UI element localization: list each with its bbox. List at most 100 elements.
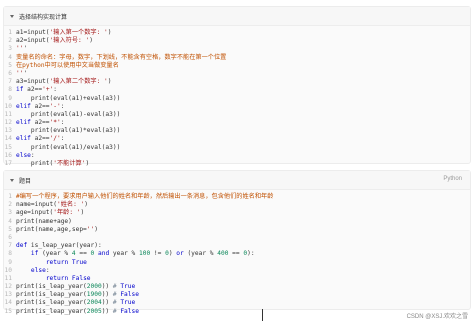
line-number: 6: [8, 233, 12, 241]
code-line: 8 if a2=='+':: [4, 86, 470, 94]
code-line: 6: [4, 234, 470, 242]
code-text: if (year % 4 == 0 and year % 100 != 0) o…: [30, 250, 255, 258]
code-panel-1: 选择结构实现计算 1 a1=input('输入第一个数字: ') 2 a2=input…: [3, 6, 471, 167]
line-number: 14: [4, 299, 12, 307]
line-number: 2: [8, 201, 12, 209]
code-line: 3 age=input('年龄: '): [4, 209, 470, 217]
line-number: 4: [8, 217, 12, 225]
code-text: age=input('年龄: '): [16, 209, 85, 217]
line-number: 3: [8, 209, 12, 217]
code-text: print(is_leap_year(2000)) # True: [16, 283, 136, 291]
code-text: def is_leap_year(year):: [16, 242, 102, 250]
line-number: 4: [8, 53, 12, 61]
line-number: 13: [4, 127, 12, 135]
code-line: 7 a3=input('输入第二个数字: '): [4, 78, 470, 86]
line-number: 7: [8, 78, 12, 86]
line-number: 12: [4, 119, 12, 127]
line-number: 9: [8, 258, 12, 266]
code-line: 16 else:: [4, 152, 470, 160]
line-number: 9: [8, 94, 12, 102]
code-text: elif a2=='/':: [16, 135, 65, 143]
code-line: 15 print(eval(a1)/eval(a3)): [4, 144, 470, 152]
line-number: 5: [8, 61, 12, 69]
text-cursor: [262, 309, 263, 321]
watermark-text: CSDN @XSJ.欢欢之雪: [406, 314, 468, 320]
code-text: a2=input('输入符号: '): [16, 37, 93, 45]
code-line: 15 print(is_leap_year(2005)) # False: [4, 308, 470, 316]
line-number: 6: [8, 69, 12, 77]
line-number: 15: [4, 307, 12, 315]
code-block: 1 a1=input('输入第一个数字: ') 2 a2=input('输入符号: '…: [4, 26, 470, 168]
line-number: 5: [8, 225, 12, 233]
code-line: 9 return True: [4, 259, 470, 267]
code-line: 7 def is_leap_year(year):: [4, 242, 470, 250]
code-line: 10 elif a2=='-':: [4, 103, 470, 111]
line-number: 12: [4, 283, 12, 291]
line-number: 17: [4, 160, 12, 167]
code-line: 10 else:: [4, 267, 470, 275]
code-line: 3 ''': [4, 45, 470, 53]
line-number: 15: [4, 143, 12, 151]
code-line: 1 #编写一个程序，要求用户输入他们的姓名和年龄，然后输出一条消息，包含他们的姓名…: [4, 193, 470, 201]
watermark: CSDN @XSJ.欢欢之雪: [407, 311, 468, 320]
line-number: 8: [8, 250, 12, 258]
line-number: 3: [8, 45, 12, 53]
code-text: else:: [30, 266, 50, 274]
line-number: 11: [4, 110, 12, 118]
chevron-down-icon[interactable]: [10, 178, 14, 182]
code-text: print(eval(a1)/eval(a3)): [16, 143, 121, 151]
line-number: 2: [8, 37, 12, 45]
code-text: return False: [45, 274, 91, 282]
line-number: 13: [4, 291, 12, 299]
code-text: print(is_leap_year(1900)) # False: [16, 291, 139, 299]
code-text: print(eval(a1)+eval(a3)): [16, 94, 121, 102]
code-line: 11 print(eval(a1)-eval(a3)): [4, 111, 470, 119]
code-line: 4 print(name+age): [4, 218, 470, 226]
code-text: #编写一个程序，要求用户输入他们的姓名和年龄，然后输出一条消息，包含他们的姓名和…: [16, 193, 274, 200]
code-text: 在python中可以使用中文当做变量名: [16, 61, 119, 69]
code-text: name=input('姓名: '): [16, 201, 88, 209]
line-number: 1: [8, 193, 12, 200]
code-text: print(is_leap_year(2005)) # False: [16, 307, 139, 315]
code-text: print(name,age,sep=''): [16, 225, 98, 233]
code-text: ''': [16, 45, 28, 53]
code-line: 11 return False: [4, 275, 470, 283]
code-block: 1 #编写一个程序，要求用户输入他们的姓名和年龄，然后输出一条消息，包含他们的姓名…: [4, 190, 470, 316]
code-line: 5 print(name,age,sep=''): [4, 226, 470, 234]
chevron-down-icon[interactable]: [10, 14, 14, 18]
code-text: 变量名的命名：字母，数字，下划线，不能含有空格，数字不能在第一个位置: [16, 53, 227, 61]
code-line: 8 if (year % 4 == 0 and year % 100 != 0)…: [4, 250, 470, 258]
panel-title: 选择结构实现计算: [19, 14, 68, 21]
panel-header[interactable]: 选择结构实现计算: [4, 7, 470, 26]
code-line: 6 ''': [4, 70, 470, 78]
panel-title: 题目: [19, 178, 32, 185]
code-text: print('不能计算'): [16, 160, 90, 167]
line-number: 10: [4, 266, 12, 274]
code-line: 1 a1=input('输入第一个数字: '): [4, 29, 470, 37]
code-text: a3=input('输入第二个数字: '): [16, 78, 112, 86]
line-number: 8: [8, 86, 12, 94]
code-text: print(eval(a1)*eval(a3)): [16, 127, 121, 135]
line-number: 10: [4, 102, 12, 110]
code-line: 14 elif a2=='/':: [4, 135, 470, 143]
code-text: print(is_leap_year(2004)) # True: [16, 299, 136, 307]
code-line: 2 a2=input('输入符号: '): [4, 37, 470, 45]
code-text: print(name+age): [16, 217, 72, 225]
code-panel-2: 题目 Python 1 #编写一个程序，要求用户输入他们的姓名和年龄，然后输出一条…: [3, 170, 471, 315]
panel-header[interactable]: 题目 Python: [4, 171, 470, 190]
line-number: 16: [4, 151, 12, 159]
code-text: elif a2=='*':: [16, 119, 65, 127]
code-line: 4 变量名的命名：字母，数字，下划线，不能含有空格，数字不能在第一个位置: [4, 54, 470, 62]
code-text: else:: [16, 151, 35, 159]
code-line: 12 print(is_leap_year(2000)) # True: [4, 283, 470, 291]
code-line: 9 print(eval(a1)+eval(a3)): [4, 95, 470, 103]
code-text: ''': [16, 69, 28, 77]
code-line: 13 print(eval(a1)*eval(a3)): [4, 127, 470, 135]
line-number: 1: [8, 29, 12, 36]
code-line: 12 elif a2=='*':: [4, 119, 470, 127]
code-text: return True: [45, 258, 87, 266]
code-text: print(eval(a1)-eval(a3)): [16, 110, 121, 118]
code-line: 17 print('不能计算'): [4, 160, 470, 168]
line-number: 14: [4, 135, 12, 143]
